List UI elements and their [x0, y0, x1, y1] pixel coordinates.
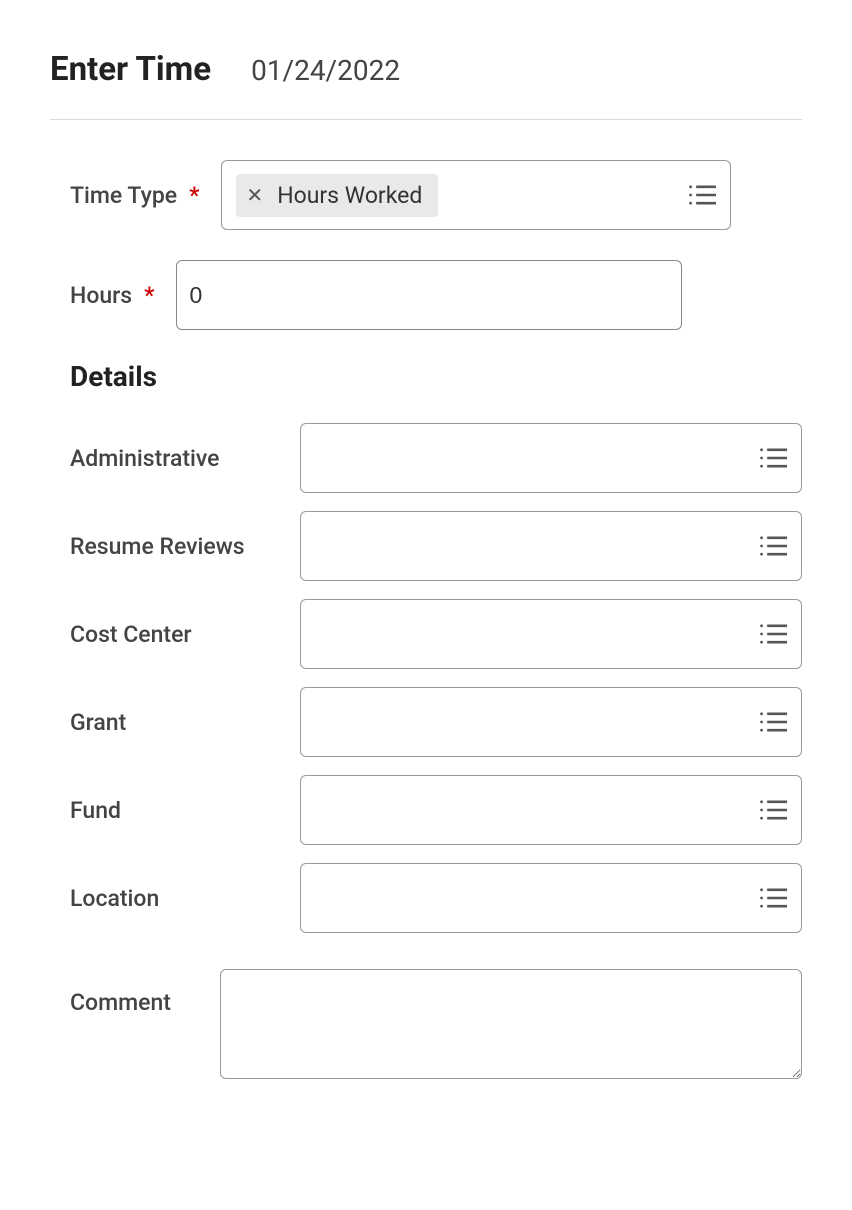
list-icon[interactable]: [759, 446, 787, 470]
time-type-picker[interactable]: ✕ Hours Worked: [221, 160, 731, 230]
divider: [50, 119, 802, 120]
list-icon[interactable]: [759, 798, 787, 822]
resume-reviews-label: Resume Reviews: [70, 533, 300, 560]
location-label: Location: [70, 885, 300, 912]
cost-center-picker[interactable]: [300, 599, 802, 669]
list-icon[interactable]: [759, 534, 787, 558]
chip-label: Hours Worked: [277, 182, 422, 209]
required-asterisk: *: [144, 282, 154, 309]
chip-remove-icon[interactable]: ✕: [246, 183, 263, 207]
list-icon[interactable]: [759, 886, 787, 910]
details-heading: Details: [70, 360, 802, 393]
cost-center-field: Cost Center: [50, 599, 802, 669]
cost-center-label: Cost Center: [70, 621, 300, 648]
fund-field: Fund: [50, 775, 802, 845]
fund-label: Fund: [70, 797, 300, 824]
time-type-label: Time Type: [70, 182, 177, 209]
hours-label: Hours: [70, 282, 132, 309]
comment-textarea[interactable]: [220, 969, 802, 1079]
hours-field: Hours *: [50, 260, 802, 330]
resume-reviews-picker[interactable]: [300, 511, 802, 581]
date-value: 01/24/2022: [251, 54, 400, 87]
administrative-label: Administrative: [70, 445, 300, 472]
list-icon[interactable]: [688, 183, 716, 207]
grant-field: Grant: [50, 687, 802, 757]
location-field: Location: [50, 863, 802, 933]
fund-picker[interactable]: [300, 775, 802, 845]
resume-reviews-field: Resume Reviews: [50, 511, 802, 581]
time-type-field: Time Type * ✕ Hours Worked: [50, 160, 802, 230]
time-type-chip: ✕ Hours Worked: [236, 174, 438, 217]
comment-label: Comment: [70, 989, 220, 1016]
administrative-field: Administrative: [50, 423, 802, 493]
header: Enter Time 01/24/2022: [50, 50, 802, 89]
list-icon[interactable]: [759, 622, 787, 646]
grant-picker[interactable]: [300, 687, 802, 757]
list-icon[interactable]: [759, 710, 787, 734]
page-title: Enter Time: [50, 50, 211, 89]
grant-label: Grant: [70, 709, 300, 736]
hours-input[interactable]: [176, 260, 682, 330]
location-picker[interactable]: [300, 863, 802, 933]
comment-field: Comment: [50, 969, 802, 1079]
administrative-picker[interactable]: [300, 423, 802, 493]
required-asterisk: *: [189, 182, 199, 209]
